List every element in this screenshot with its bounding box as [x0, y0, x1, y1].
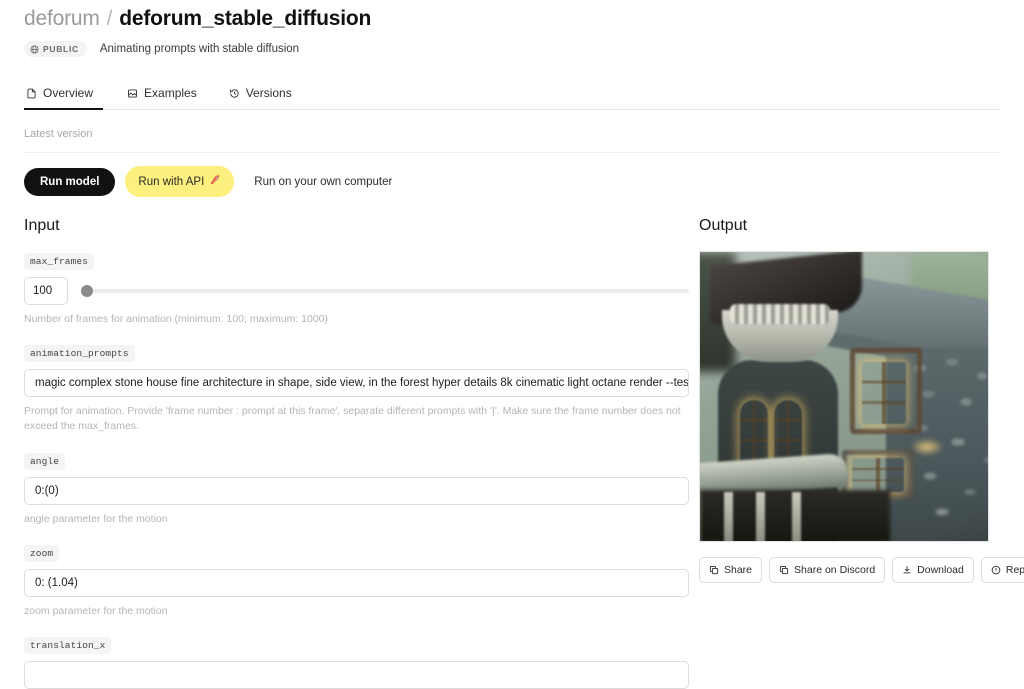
- copy-icon: [779, 565, 789, 575]
- slider-track: [80, 289, 689, 293]
- input-panel: Input max_frames 100 Number of frames fo…: [24, 217, 689, 689]
- angle-input[interactable]: 0:(0): [24, 476, 689, 505]
- field-zoom: zoom 0: (1.04) zoom parameter for the mo…: [24, 543, 689, 619]
- breadcrumb-separator: /: [106, 7, 113, 30]
- field-translation-x: translation_x: [24, 635, 689, 689]
- run-with-api-label: Run with API: [138, 175, 205, 188]
- max-frames-input[interactable]: 100: [24, 277, 68, 305]
- breadcrumb: deforum / deforum_stable_diffusion: [24, 0, 1000, 31]
- input-section-title: Input: [24, 217, 60, 234]
- tab-versions[interactable]: Versions: [213, 80, 308, 109]
- alert-circle-icon: [991, 565, 1001, 575]
- report-button-label: Report: [1005, 564, 1024, 576]
- document-icon: [26, 88, 37, 99]
- output-actions: Share Share on Discord Download Rep: [699, 557, 1024, 583]
- rocket-icon: [209, 174, 221, 189]
- share-button[interactable]: Share: [699, 557, 763, 583]
- latest-version-label: Latest version: [24, 128, 93, 140]
- header-subrow: PUBLIC Animating prompts with stable dif…: [24, 41, 1000, 57]
- copy-icon: [709, 565, 719, 575]
- model-tagline: Animating prompts with stable diffusion: [99, 43, 300, 55]
- zoom-input[interactable]: 0: (1.04): [24, 568, 689, 597]
- owner-link[interactable]: deforum: [24, 7, 100, 31]
- max-frames-slider[interactable]: [80, 284, 689, 298]
- tab-overview[interactable]: Overview: [24, 80, 111, 110]
- field-label-zoom: zoom: [24, 544, 60, 562]
- share-on-discord-button-label: Share on Discord: [794, 564, 876, 576]
- field-help-angle: angle parameter for the motion: [24, 512, 168, 525]
- field-label-animation-prompts: animation_prompts: [24, 345, 135, 363]
- field-max-frames: max_frames 100 Number of frames for anim…: [24, 251, 689, 327]
- animation-prompts-input[interactable]: magic complex stone house fine architect…: [24, 369, 689, 398]
- history-icon: [229, 88, 240, 99]
- field-animation-prompts: animation_prompts magic complex stone ho…: [24, 343, 689, 434]
- content-columns: Input max_frames 100 Number of frames fo…: [24, 217, 1024, 689]
- run-with-api-button[interactable]: Run with API: [125, 166, 235, 197]
- download-button-label: Download: [917, 564, 964, 576]
- tab-bar: Overview Examples Versions: [24, 80, 1000, 110]
- share-on-discord-button[interactable]: Share on Discord: [769, 557, 886, 583]
- translation-x-input[interactable]: [24, 661, 689, 689]
- tab-versions-label: Versions: [245, 86, 292, 100]
- tab-examples-label: Examples: [144, 86, 197, 100]
- field-help-animation-prompts: Prompt for animation. Provide 'frame num…: [24, 405, 681, 433]
- version-bar: Latest version: [24, 128, 1000, 153]
- field-angle: angle 0:(0) angle parameter for the moti…: [24, 451, 689, 527]
- page-title: deforum_stable_diffusion: [119, 7, 372, 30]
- report-button[interactable]: Report: [980, 557, 1024, 583]
- output-image[interactable]: [699, 251, 989, 542]
- status-badge-label: PUBLIC: [43, 44, 79, 54]
- image-icon: [127, 88, 138, 99]
- field-help-max-frames: Number of frames for animation (minimum:…: [24, 313, 329, 325]
- tab-overview-label: Overview: [43, 86, 94, 100]
- output-section-title: Output: [699, 217, 748, 234]
- field-help-zoom: zoom parameter for the motion: [24, 604, 168, 617]
- action-row: Run model Run with API Run on your own c…: [24, 166, 1000, 197]
- generated-artwork: [700, 252, 988, 541]
- output-panel: Output Share Share on Discord Download R…: [699, 217, 1024, 689]
- tab-examples[interactable]: Examples: [111, 80, 213, 109]
- page-root: deforum / deforum_stable_diffusion PUBLI…: [0, 0, 1024, 689]
- field-label-translation-x: translation_x: [24, 637, 112, 655]
- download-button[interactable]: Download: [892, 557, 974, 583]
- globe-icon: [30, 45, 39, 54]
- download-icon: [902, 565, 912, 575]
- field-label-max-frames: max_frames: [24, 253, 95, 270]
- slider-thumb[interactable]: [80, 285, 93, 297]
- run-on-own-computer-link[interactable]: Run on your own computer: [254, 176, 392, 188]
- status-badge: PUBLIC: [24, 41, 87, 57]
- share-button-label: Share: [724, 564, 753, 576]
- run-model-button[interactable]: Run model: [24, 167, 116, 196]
- field-label-angle: angle: [24, 452, 66, 470]
- max-frames-row: 100: [24, 277, 689, 305]
